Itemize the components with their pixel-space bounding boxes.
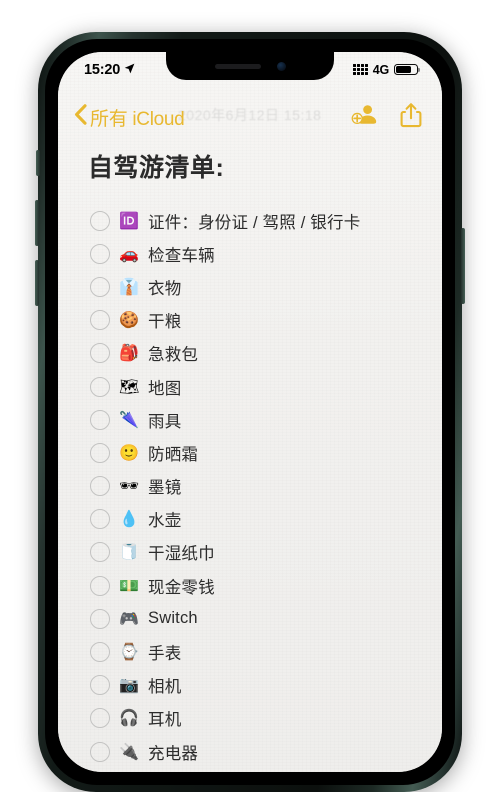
phone-device-frame: 15:20 4G 2020年6月12日 15:18 所有 iCloud 自驾游清… — [35, 32, 465, 792]
share-icon[interactable] — [400, 102, 422, 133]
checklist-row[interactable]: 📷 相机 — [90, 669, 428, 702]
necktie-emoji: 👔 — [119, 276, 139, 296]
sunglasses-emoji: 🕶 — [119, 476, 140, 496]
add-person-icon[interactable] — [351, 103, 378, 132]
checklist-item-label: 耳机 — [148, 711, 182, 730]
phone-bezel: 15:20 4G 2020年6月12日 15:18 所有 iCloud 自驾游清… — [45, 39, 455, 785]
chevron-left-icon — [74, 104, 87, 130]
earpiece-speaker-icon — [214, 63, 261, 69]
checklist-checkbox[interactable] — [90, 542, 110, 563]
checklist-item-label: 手表 — [148, 645, 182, 664]
status-bar-right: 4G — [353, 63, 418, 77]
mute-switch-button[interactable] — [36, 150, 40, 176]
front-camera-icon — [276, 61, 286, 71]
network-type-label: 4G — [372, 62, 389, 77]
game-controller-emoji: 🎮 — [119, 608, 139, 628]
checklist-checkbox[interactable] — [90, 642, 110, 663]
camera-emoji: 📷 — [119, 675, 139, 695]
checklist-item-label: 相机 — [148, 678, 182, 697]
checklist-checkbox[interactable] — [90, 675, 110, 696]
checklist-row[interactable]: 🆔 证件：身份证 / 驾照 / 银行卡 — [90, 204, 428, 237]
checklist-row[interactable]: 🎒 急救包 — [90, 337, 428, 370]
checklist-checkbox[interactable] — [90, 608, 110, 629]
checklist-row[interactable]: 🚗 检查车辆 — [90, 237, 428, 270]
plug-emoji: 🔌 — [119, 741, 139, 761]
checklist-item-label: 干湿纸巾 — [148, 545, 215, 564]
checklist-item-label: 急救包 — [148, 346, 199, 365]
id-badge-emoji: 🆔 — [119, 210, 139, 230]
checklist-checkbox[interactable] — [90, 442, 110, 463]
banknote-emoji: 💵 — [119, 575, 139, 595]
navigation-actions — [351, 102, 422, 133]
checklist-checkbox[interactable] — [90, 276, 110, 297]
battery-icon — [394, 63, 418, 76]
checklist-checkbox[interactable] — [90, 708, 110, 729]
car-emoji: 🚗 — [119, 243, 139, 263]
power-button[interactable] — [461, 228, 465, 304]
checklist-row[interactable]: 🗺 地图 — [90, 370, 428, 403]
checklist-checkbox[interactable] — [90, 343, 110, 364]
checklist-checkbox[interactable] — [90, 509, 110, 530]
location-arrow-icon — [124, 62, 135, 78]
volume-down-button[interactable] — [35, 260, 39, 306]
checklist-row[interactable]: 🎮 Switch — [90, 602, 428, 635]
checklist-row[interactable]: 💧 水壶 — [90, 503, 428, 536]
checklist-row[interactable]: 👔 衣物 — [90, 270, 428, 303]
signal-dots-icon — [353, 64, 368, 75]
map-emoji: 🗺 — [119, 376, 140, 396]
checklist-checkbox[interactable] — [90, 243, 110, 264]
checklist-item-label: 干粮 — [148, 313, 182, 332]
checklist-item-label: 现金零钱 — [148, 578, 215, 597]
checklist-row[interactable]: ⌚ 手表 — [90, 635, 428, 668]
checklist-item-label: Switch — [148, 609, 198, 628]
toilet-paper-emoji: 🧻 — [119, 542, 139, 562]
checklist-checkbox[interactable] — [90, 409, 110, 430]
checklist-row[interactable]: 💵 现金零钱 — [90, 569, 428, 602]
back-button-label: 所有 iCloud — [90, 108, 185, 130]
checklist-checkbox[interactable] — [90, 575, 110, 596]
checklist-item-label: 检查车辆 — [148, 246, 215, 265]
checklist-checkbox[interactable] — [90, 376, 110, 397]
water-drop-emoji: 💧 — [119, 509, 139, 529]
checklist-row[interactable]: 🎧 耳机 — [90, 702, 428, 735]
umbrella-emoji: 🌂 — [119, 409, 139, 429]
checklist-item-label: 水壶 — [148, 512, 182, 531]
back-button[interactable]: 所有 iCloud — [74, 104, 185, 131]
checklist-checkbox[interactable] — [90, 210, 110, 231]
checklist-row[interactable]: 🙂 防晒霜 — [90, 436, 428, 469]
headphones-emoji: 🎧 — [119, 708, 139, 728]
phone-screen: 15:20 4G 2020年6月12日 15:18 所有 iCloud 自驾游清… — [58, 52, 442, 772]
status-bar-left: 15:20 — [84, 62, 135, 78]
checklist-row[interactable]: 🕶 墨镜 — [90, 470, 428, 503]
volume-up-button[interactable] — [35, 200, 39, 246]
smiling-face-emoji: 🙂 — [119, 442, 139, 462]
cookie-emoji: 🍪 — [119, 310, 139, 330]
checklist-row[interactable]: 🧻 干湿纸巾 — [90, 536, 428, 569]
note-title: 自驾游清单: — [88, 154, 225, 182]
status-bar-time: 15:20 — [84, 61, 121, 78]
checklist-row[interactable]: 🍪 干粮 — [90, 304, 428, 337]
checklist-item-label: 地图 — [148, 379, 182, 398]
checklist-row[interactable]: 🔌 充电器 — [90, 735, 428, 768]
checklist-row[interactable]: 🌂 雨具 — [90, 403, 428, 436]
checklist-item-label: 充电器 — [148, 744, 199, 763]
checklist-checkbox[interactable] — [90, 476, 110, 497]
checklist-item-label: 雨具 — [148, 412, 182, 431]
checklist-item-label: 衣物 — [148, 279, 182, 298]
checklist: 🆔 证件：身份证 / 驾照 / 银行卡 🚗 检查车辆 👔 衣物 🍪 干粮 🎒 急救包 🗺 地图 🌂 雨具 🙂… — [58, 204, 442, 772]
checklist-checkbox[interactable] — [90, 310, 110, 331]
checklist-item-label: 证件：身份证 / 驾照 / 银行卡 — [148, 213, 361, 232]
watch-emoji: ⌚ — [119, 642, 139, 662]
checklist-checkbox[interactable] — [90, 741, 110, 762]
checklist-item-label: 防晒霜 — [148, 445, 199, 464]
backpack-emoji: 🎒 — [119, 343, 139, 363]
checklist-item-label: 墨镜 — [148, 479, 182, 498]
device-notch — [166, 52, 334, 80]
navigation-bar: 所有 iCloud — [58, 94, 442, 140]
